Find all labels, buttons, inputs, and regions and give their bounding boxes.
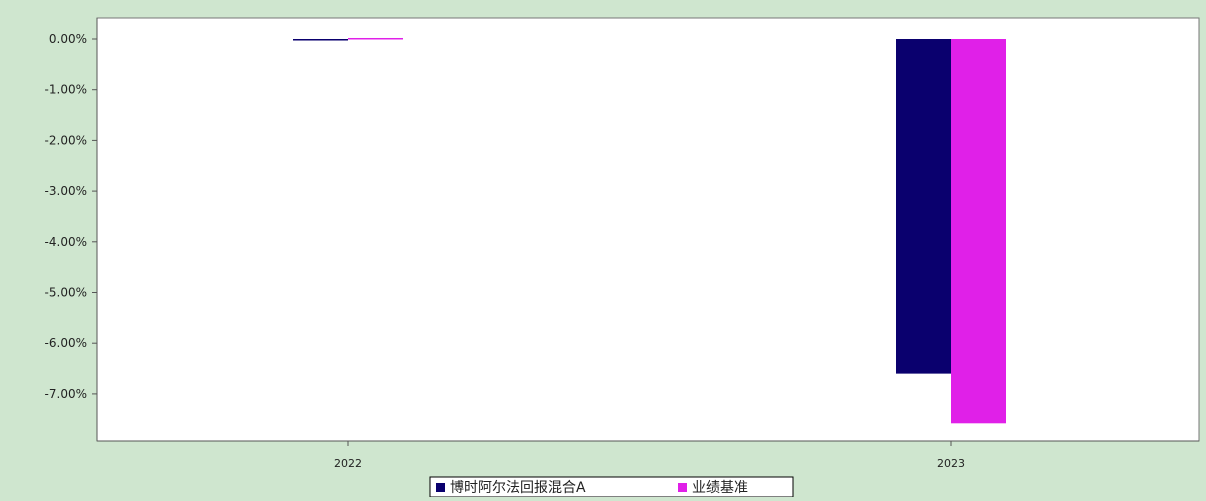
legend: 博时阿尔法回报混合A 业绩基准 <box>429 476 794 498</box>
legend-label: 业绩基准 <box>692 479 748 496</box>
y-tick-label: -2.00% <box>45 133 87 147</box>
y-tick-label: -7.00% <box>45 387 87 401</box>
x-tick-label: 2022 <box>334 457 362 470</box>
plot-area <box>96 17 1200 442</box>
x-tick-label: 2023 <box>937 457 965 470</box>
legend-label: 博时阿尔法回报混合A <box>450 479 586 496</box>
legend-swatch <box>436 483 445 492</box>
chart-container: 0.00% -1.00% -2.00% -3.00% -4.00% -5.00% -6.00… <box>0 0 1206 498</box>
y-axis: 0.00% -1.00% -2.00% -3.00% -4.00% -5.00% -6.00… <box>45 18 98 441</box>
bar-chart: 0.00% -1.00% -2.00% -3.00% -4.00% -5.00% -6.00… <box>45 17 1200 498</box>
bar-fund-2023 <box>896 39 951 374</box>
y-tick-label: -1.00% <box>45 83 87 97</box>
y-tick-label: -6.00% <box>45 336 87 350</box>
x-axis: 2022 2023 <box>97 440 1199 470</box>
bar-benchmark-2023 <box>951 39 1006 424</box>
y-tick-label: -3.00% <box>45 184 87 198</box>
y-tick-label: 0.00% <box>49 32 87 46</box>
bar-fund-2022 <box>293 39 348 41</box>
y-tick-label: -5.00% <box>45 286 87 300</box>
bar-benchmark-2022 <box>348 37 403 40</box>
y-tick-label: -4.00% <box>45 235 87 249</box>
legend-swatch <box>678 483 687 492</box>
